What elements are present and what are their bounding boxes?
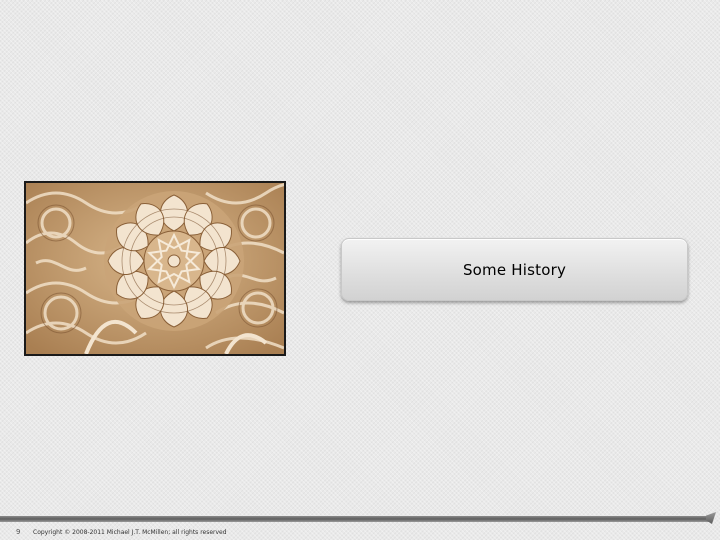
- slide-title: Some History: [462, 260, 567, 279]
- title-box: Some History: [341, 238, 688, 301]
- arabesque-photo: [24, 181, 286, 356]
- footer-bar: [0, 516, 712, 522]
- copyright-notice: Copyright © 2008-2011 Michael J.T. McMil…: [33, 529, 227, 536]
- slide-number: 9: [16, 528, 21, 536]
- footer-bar-tip: [706, 512, 716, 524]
- arabesque-image: [26, 183, 284, 354]
- slide: Some History 9 Copyright © 2008-2011 Mic…: [0, 0, 720, 540]
